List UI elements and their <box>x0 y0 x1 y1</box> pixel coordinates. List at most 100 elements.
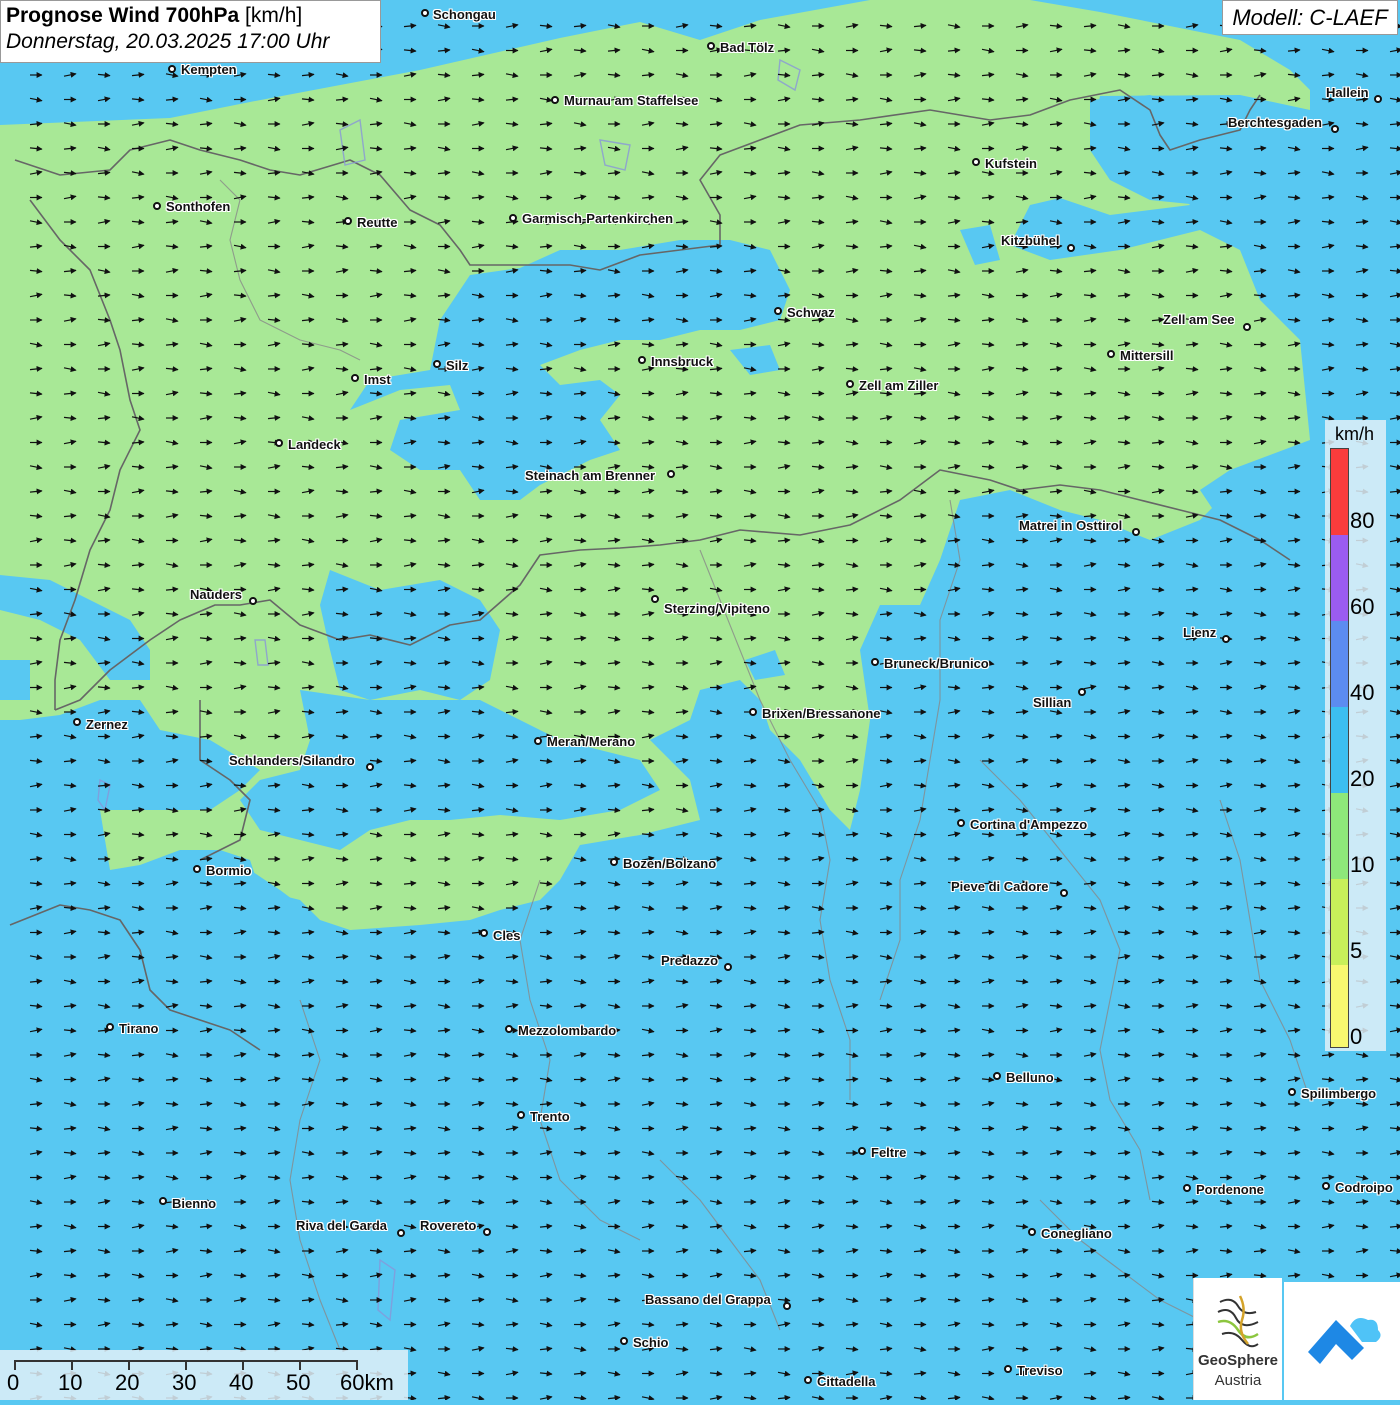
title-panel: Prognose Wind 700hPa [km/h] Donnerstag, … <box>0 0 381 63</box>
scale-label-40: 40 <box>229 1370 254 1395</box>
city-label: Brixen/Bressanone <box>762 706 881 721</box>
city-label: Trento <box>530 1109 570 1124</box>
app-logo <box>1284 1282 1400 1400</box>
city-label: Lienz <box>1183 625 1217 640</box>
scale-tick <box>14 1360 16 1370</box>
city-label: Tirano <box>119 1021 159 1036</box>
geosphere-name: GeoSphere <box>1197 1352 1279 1369</box>
city-label: Pordenone <box>1196 1182 1264 1197</box>
city-label: Garmisch-Partenkirchen <box>522 211 674 226</box>
city-label: Bassano del Grappa <box>645 1292 771 1307</box>
city-marker-icon <box>858 1147 866 1155</box>
scale-bar: 0 10 20 30 40 50 60km <box>0 1350 408 1400</box>
city-marker-icon <box>610 858 618 866</box>
city-marker-icon <box>638 356 646 364</box>
city-marker-icon <box>957 819 965 827</box>
scale-label-10: 10 <box>58 1370 83 1395</box>
city-marker-icon <box>159 1197 167 1205</box>
legend-segment-5 <box>1331 879 1348 965</box>
city-marker-icon <box>483 1228 491 1236</box>
city-marker-icon <box>1322 1182 1330 1190</box>
city-label: Feltre <box>871 1145 907 1160</box>
scale-tick <box>71 1360 73 1370</box>
scale-label-0: 0 <box>7 1370 20 1395</box>
city-marker-icon <box>73 718 81 726</box>
legend-label-60: 60 <box>1350 594 1375 619</box>
city-marker-icon <box>275 439 283 447</box>
city-label: Hallein <box>1326 85 1369 100</box>
legend-color-bar <box>1330 448 1349 1048</box>
city-label: Schwaz <box>787 305 835 320</box>
city-label: Berchtesgaden <box>1228 115 1322 130</box>
city-label: Kempten <box>181 62 237 77</box>
city-marker-icon <box>551 96 559 104</box>
city-marker-icon <box>846 380 854 388</box>
city-label: Schlanders/Silandro <box>229 753 355 768</box>
city-marker-icon <box>1331 125 1339 133</box>
legend-segment-80 <box>1331 449 1348 535</box>
city-marker-icon <box>168 65 176 73</box>
city-marker-icon <box>1222 635 1230 643</box>
city-marker-icon <box>651 595 659 603</box>
scale-tick <box>128 1360 130 1370</box>
city-marker-icon <box>153 202 161 210</box>
geosphere-emblem-icon <box>1217 1295 1259 1348</box>
city-label: Mezzolombardo <box>518 1023 617 1038</box>
scale-label-20: 20 <box>115 1370 140 1395</box>
city-marker-icon <box>1243 323 1251 331</box>
city-label: Schongau <box>433 7 496 22</box>
city-marker-icon <box>774 307 782 315</box>
city-label: Imst <box>364 372 391 387</box>
city-label: Sterzing/Vipiteno <box>664 601 770 616</box>
legend-unit: km/h <box>1335 424 1375 444</box>
city-marker-icon <box>1060 889 1068 897</box>
legend-label-20: 20 <box>1350 766 1375 791</box>
legend-segment-0 <box>1331 965 1348 1047</box>
geosphere-logo: GeoSphere Austria <box>1193 1278 1282 1400</box>
city-marker-icon <box>249 597 257 605</box>
legend-label-80: 80 <box>1350 508 1375 533</box>
city-marker-icon <box>351 374 359 382</box>
city-marker-icon <box>620 1337 628 1345</box>
city-label: Zell am See <box>1163 312 1235 327</box>
scale-label-30: 30 <box>172 1370 197 1395</box>
legend-segment-60 <box>1331 535 1348 621</box>
city-label: Bad Tölz <box>720 40 775 55</box>
city-label: Reutte <box>357 215 398 230</box>
city-label: Murnau am Staffelsee <box>564 93 699 108</box>
city-label: Riva del Garda <box>296 1218 388 1233</box>
legend-segment-10 <box>1331 793 1348 879</box>
city-marker-icon <box>667 470 675 478</box>
city-marker-icon <box>783 1302 791 1310</box>
city-label: Bozen/Bolzano <box>623 856 717 871</box>
city-marker-icon <box>1028 1228 1036 1236</box>
city-marker-icon <box>1183 1184 1191 1192</box>
city-marker-icon <box>993 1072 1001 1080</box>
city-marker-icon <box>421 9 429 17</box>
city-marker-icon <box>534 737 542 745</box>
city-label: Bienno <box>172 1196 217 1211</box>
city-label: Nauders <box>190 587 243 602</box>
city-label: Zernez <box>86 717 128 732</box>
city-label: Landeck <box>288 437 341 452</box>
legend-segment-20 <box>1331 707 1348 793</box>
model-label: Modell: C-LAEF <box>1222 0 1398 35</box>
city-label: Cles <box>493 928 521 943</box>
city-label: Schio <box>633 1335 669 1350</box>
city-label: Rovereto <box>420 1218 477 1233</box>
city-label: Conegliano <box>1041 1226 1112 1241</box>
legend-label-0: 0 <box>1350 1024 1363 1049</box>
legend-label-10: 10 <box>1350 852 1375 877</box>
city-label: Mittersill <box>1120 348 1174 363</box>
city-marker-icon <box>509 214 517 222</box>
city-marker-icon <box>749 708 757 716</box>
city-label: Codroipo <box>1335 1180 1393 1195</box>
city-marker-icon <box>505 1025 513 1033</box>
city-label: Belluno <box>1006 1070 1054 1085</box>
legend-segment-40 <box>1331 621 1348 707</box>
city-label: Cortina d'Ampezzo <box>970 817 1088 832</box>
cloud-arrow-icon <box>1308 1318 1381 1364</box>
city-marker-icon <box>366 763 374 771</box>
city-label: Pieve di Cadore <box>951 879 1049 894</box>
city-marker-icon <box>106 1023 114 1031</box>
